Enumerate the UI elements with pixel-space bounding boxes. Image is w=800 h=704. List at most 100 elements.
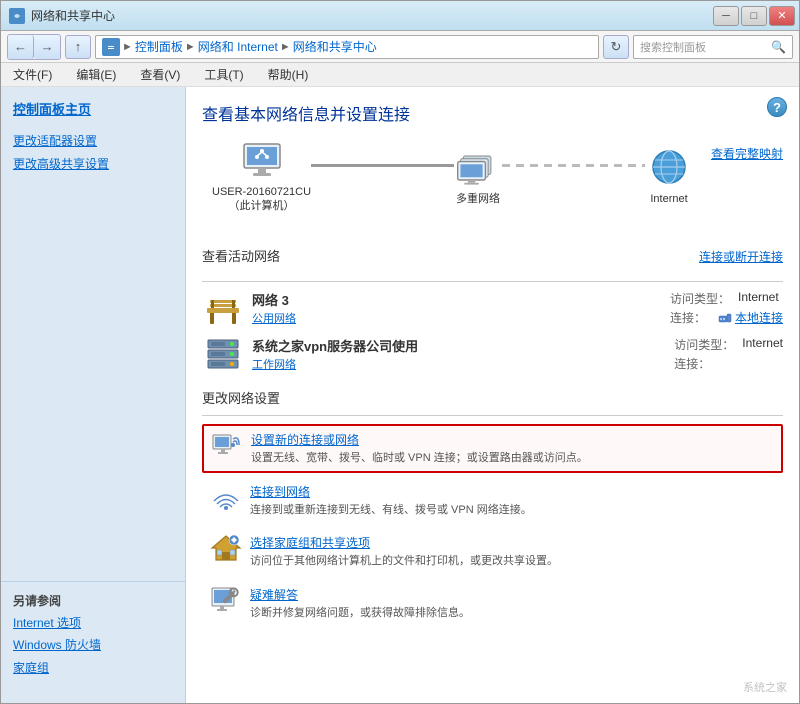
node-computer: USER-20160721CU （此计算机） (212, 141, 311, 214)
computer-icon (238, 141, 286, 181)
network2-access-value: Internet (742, 336, 783, 353)
network-diagram: USER-20160721CU （此计算机） (202, 141, 703, 214)
maximize-button[interactable]: □ (741, 6, 767, 26)
sidebar-also-see: 另请参阅 Internet 选项 Windows 防火墙 家庭组 (1, 581, 185, 693)
change-settings-title: 更改网络设置 (202, 388, 783, 407)
network2-access-label: 访问类型： (674, 336, 734, 353)
close-button[interactable]: ✕ (769, 6, 795, 26)
window-title: 网络和共享中心 (31, 7, 115, 24)
network1-name: 网络 3 (252, 290, 296, 309)
networks-icon (454, 148, 502, 188)
settings-item-4-text: 疑难解答 诊断并修复网络问题，或获得故障排除信息。 (250, 586, 775, 621)
divider-2 (202, 415, 783, 416)
breadcrumb-sep-3: ► (280, 41, 291, 53)
network2-type[interactable]: 工作网络 (252, 359, 296, 371)
node-internet: Internet (645, 148, 693, 206)
breadcrumb-3[interactable]: 网络和共享中心 (293, 38, 377, 55)
sidebar-sharing-link[interactable]: 更改高级共享设置 (13, 156, 173, 173)
menu-tools[interactable]: 工具(T) (200, 64, 247, 85)
window-icon (9, 8, 25, 24)
up-button[interactable]: ↑ (65, 35, 91, 59)
breadcrumb-1[interactable]: 控制面板 (135, 38, 183, 55)
network-row-2: 系统之家vpn服务器公司使用 工作网络 访问类型： Internet 连接： (202, 336, 783, 372)
settings-item-3: 选择家庭组和共享选项 访问位于其他网络计算机上的文件和打印机，或更改共享设置。 (202, 528, 783, 575)
homegroup-desc: 访问位于其他网络计算机上的文件和打印机，或更改共享设置。 (250, 555, 558, 567)
search-icon: 🔍 (771, 40, 786, 54)
breadcrumb-2[interactable]: 网络和 Internet (198, 38, 278, 55)
settings-item-1-text: 设置新的连接或网络 设置无线、宽带、拨号、临时或 VPN 连接；或设置路由器或访… (251, 431, 774, 466)
addressbar: ← → ↑ ► 控制面板 ► 网络和 Internet ► 网络和共享中心 ↻ … (1, 31, 799, 63)
refresh-button[interactable]: ↻ (603, 35, 629, 59)
settings-item-3-text: 选择家庭组和共享选项 访问位于其他网络计算机上的文件和打印机，或更改共享设置。 (250, 534, 775, 569)
network2-conn-row: 连接： (674, 355, 783, 372)
help-icon[interactable]: ? (767, 97, 787, 117)
page-title: 查看基本网络信息并设置连接 (202, 101, 783, 125)
change-settings-section: 更改网络设置 (202, 388, 783, 628)
sidebar-home-link[interactable]: 控制面板主页 (13, 101, 173, 119)
network2-info: 系统之家vpn服务器公司使用 工作网络 (252, 336, 418, 372)
network1-conn-label: 连接： (670, 309, 710, 326)
network-row-1: 网络 3 公用网络 访问类型： Internet 连接： (202, 290, 783, 326)
settings-item-1: 设置新的连接或网络 设置无线、宽带、拨号、临时或 VPN 连接；或设置路由器或访… (202, 424, 783, 473)
network2-name: 系统之家vpn服务器公司使用 (252, 336, 418, 355)
view-map-link[interactable]: 查看完整映射 (711, 147, 783, 161)
menubar: 文件(F) 编辑(E) 查看(V) 工具(T) 帮助(H) (1, 63, 799, 87)
node2-label: 多重网络 (456, 192, 500, 206)
breadcrumb: ► 控制面板 ► 网络和 Internet ► 网络和共享中心 (102, 38, 592, 56)
settings-item-4: 疑难解答 诊断并修复网络问题，或获得故障排除信息。 (202, 580, 783, 627)
forward-button[interactable]: → (34, 35, 60, 59)
search-placeholder: 搜索控制面板 (640, 39, 706, 55)
address-field[interactable]: ► 控制面板 ► 网络和 Internet ► 网络和共享中心 (95, 35, 599, 59)
homegroup-link[interactable]: 选择家庭组和共享选项 (250, 534, 775, 551)
node3-label: Internet (650, 192, 687, 206)
connect-disconnect-link[interactable]: 连接或断开连接 (699, 248, 783, 265)
sidebar-internet-options[interactable]: Internet 选项 (13, 615, 173, 632)
network1-conn-link[interactable]: 本地连接 (718, 309, 783, 326)
main-window: 网络和共享中心 ─ □ ✕ ← → ↑ ► 控制面板 ► 网络和 Interne… (0, 0, 800, 704)
menu-help[interactable]: 帮助(H) (264, 64, 313, 85)
network1-info: 网络 3 公用网络 (252, 290, 296, 326)
network1-access-value: Internet (738, 290, 779, 307)
menu-file[interactable]: 文件(F) (9, 64, 56, 85)
address-icon (102, 38, 120, 56)
breadcrumb-sep-2: ► (185, 41, 196, 53)
sidebar-firewall[interactable]: Windows 防火墙 (13, 637, 173, 654)
minimize-button[interactable]: ─ (713, 6, 739, 26)
sidebar: 控制面板主页 更改适配器设置 更改高级共享设置 另请参阅 Internet 选项… (1, 87, 186, 703)
setup-connection-link[interactable]: 设置新的连接或网络 (251, 431, 774, 448)
network2-icon (202, 336, 242, 370)
node-networks: 多重网络 (454, 148, 502, 206)
sidebar-main-section: 控制面板主页 更改适配器设置 更改高级共享设置 (1, 97, 185, 187)
connect-network-desc: 连接到或重新连接到无线、有线、拨号或 VPN 网络连接。 (250, 504, 532, 516)
homegroup-icon (210, 534, 242, 562)
troubleshoot-desc: 诊断并修复网络问题，或获得故障排除信息。 (250, 607, 470, 619)
back-button[interactable]: ← (8, 35, 34, 59)
also-see-title: 另请参阅 (13, 592, 173, 609)
network1-access-label: 访问类型： (670, 290, 730, 307)
troubleshoot-link[interactable]: 疑难解答 (250, 586, 775, 603)
network2-access-row: 访问类型： Internet (674, 336, 783, 353)
menu-view[interactable]: 查看(V) (136, 64, 184, 85)
titlebar-buttons: ─ □ ✕ (713, 6, 795, 26)
network-line-1 (311, 164, 454, 167)
main-area: 控制面板主页 更改适配器设置 更改高级共享设置 另请参阅 Internet 选项… (1, 87, 799, 703)
content-area: ? 查看基本网络信息并设置连接 (186, 87, 799, 703)
search-field[interactable]: 搜索控制面板 🔍 (633, 35, 793, 59)
troubleshoot-icon (210, 586, 242, 614)
sidebar-adapter-link[interactable]: 更改适配器设置 (13, 133, 173, 150)
network2-props: 访问类型： Internet 连接： (674, 336, 783, 372)
sidebar-homegroup[interactable]: 家庭组 (13, 660, 173, 677)
watermark: 系统之家 (743, 679, 787, 695)
network1-access-row: 访问类型： Internet (670, 290, 783, 307)
network-line-2 (502, 164, 645, 167)
titlebar: 网络和共享中心 ─ □ ✕ (1, 1, 799, 31)
divider-1 (202, 281, 783, 282)
menu-edit[interactable]: 编辑(E) (72, 64, 120, 85)
network1-type[interactable]: 公用网络 (252, 313, 296, 325)
active-network-heading: 查看活动网络 (202, 246, 280, 269)
network1-icon (202, 290, 242, 324)
connect-network-link[interactable]: 连接到网络 (250, 483, 775, 500)
settings-item-2: 连接到网络 连接到或重新连接到无线、有线、拨号或 VPN 网络连接。 (202, 477, 783, 524)
settings-item-2-text: 连接到网络 连接到或重新连接到无线、有线、拨号或 VPN 网络连接。 (250, 483, 775, 518)
network1-props: 访问类型： Internet 连接： (670, 290, 783, 326)
